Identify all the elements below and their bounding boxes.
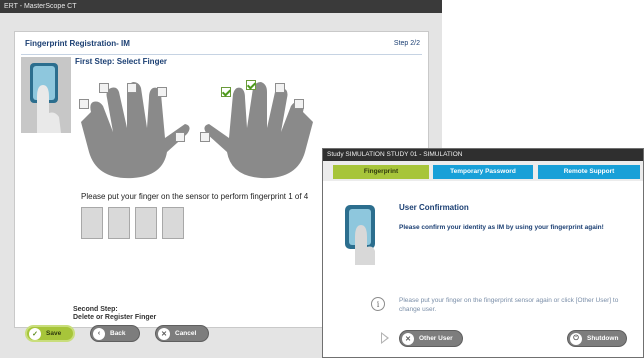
fingerprint-slot-3 [135, 207, 157, 239]
info-icon: i [371, 297, 385, 311]
power-icon: ⏻ [570, 332, 582, 345]
finger-checkbox-left-pinky[interactable] [79, 99, 89, 109]
finger-checkbox-left-ring[interactable] [99, 83, 109, 93]
tab-fingerprint[interactable]: Fingerprint [333, 165, 429, 179]
dialog-message: Please confirm your identity as IM by us… [399, 224, 604, 231]
finger-checkbox-right-ring[interactable] [275, 83, 285, 93]
user-confirmation-dialog: Study SIMULATION STUDY 01 - SIMULATION F… [322, 148, 644, 358]
shutdown-button-label: Shutdown [587, 335, 619, 342]
finger-checkbox-left-middle[interactable] [127, 83, 137, 93]
cancel-button[interactable]: ✕ Cancel [155, 325, 209, 342]
cancel-button-label: Cancel [175, 330, 197, 337]
finger-checkbox-right-middle[interactable] [246, 80, 256, 90]
dialog-info-text: Please put your finger on the fingerprin… [399, 297, 619, 313]
check-icon: ✓ [29, 327, 41, 340]
save-button-label: Save [46, 330, 62, 337]
chevron-left-icon: ‹ [93, 327, 105, 340]
finger-checkbox-right-index[interactable] [221, 87, 231, 97]
window-title-bar: ERT - MasterScope CT [0, 0, 442, 13]
panel-title: Fingerprint Registration- IM [25, 39, 130, 48]
second-step-label: Second Step: Delete or Register Finger [73, 306, 156, 322]
second-step-title: Second Step: [73, 306, 118, 313]
fingerprint-hand-icon [21, 57, 71, 133]
other-user-button[interactable]: ✕ Other User [399, 330, 463, 347]
tab-temporary-password[interactable]: Temporary Password [433, 165, 533, 179]
fingerprint-scanner-icon [345, 205, 375, 265]
finger-checkbox-right-thumb[interactable] [200, 132, 210, 142]
dialog-body: User Confirmation Please confirm your id… [323, 181, 643, 357]
instruction-text: Please put your finger on the sensor to … [81, 192, 309, 201]
second-step-subtitle: Delete or Register Finger [73, 314, 157, 321]
shutdown-button[interactable]: ⏻ Shutdown [567, 330, 627, 347]
fingerprint-slot-1 [81, 207, 103, 239]
close-icon: ✕ [402, 332, 414, 345]
window-title: ERT - MasterScope CT [4, 3, 77, 10]
first-step-label: First Step: Select Finger [75, 57, 168, 66]
other-user-button-label: Other User [419, 335, 453, 342]
close-icon: ✕ [158, 327, 170, 340]
save-button[interactable]: ✓ Save [25, 325, 75, 342]
fingerprint-slot-2 [108, 207, 130, 239]
arrow-right-icon [381, 332, 389, 344]
tab-remote-support[interactable]: Remote Support [538, 165, 640, 179]
fingerprint-slot-4 [162, 207, 184, 239]
dialog-title: Study SIMULATION STUDY 01 - SIMULATION [323, 149, 643, 161]
back-button-label: Back [110, 330, 126, 337]
dialog-tab-bar: Fingerprint Temporary Password Remote Su… [323, 161, 643, 181]
dialog-heading: User Confirmation [399, 203, 469, 212]
finger-checkbox-right-pinky[interactable] [294, 99, 304, 109]
step-indicator: Step 2/2 [393, 40, 420, 47]
left-hand-icon [81, 82, 190, 179]
back-button[interactable]: ‹ Back [90, 325, 140, 342]
fingerprint-illustration [21, 57, 71, 133]
finger-checkbox-left-thumb[interactable] [175, 132, 185, 142]
finger-checkbox-left-index[interactable] [157, 87, 167, 97]
right-hand-icon [204, 82, 313, 179]
panel-divider [21, 54, 422, 55]
